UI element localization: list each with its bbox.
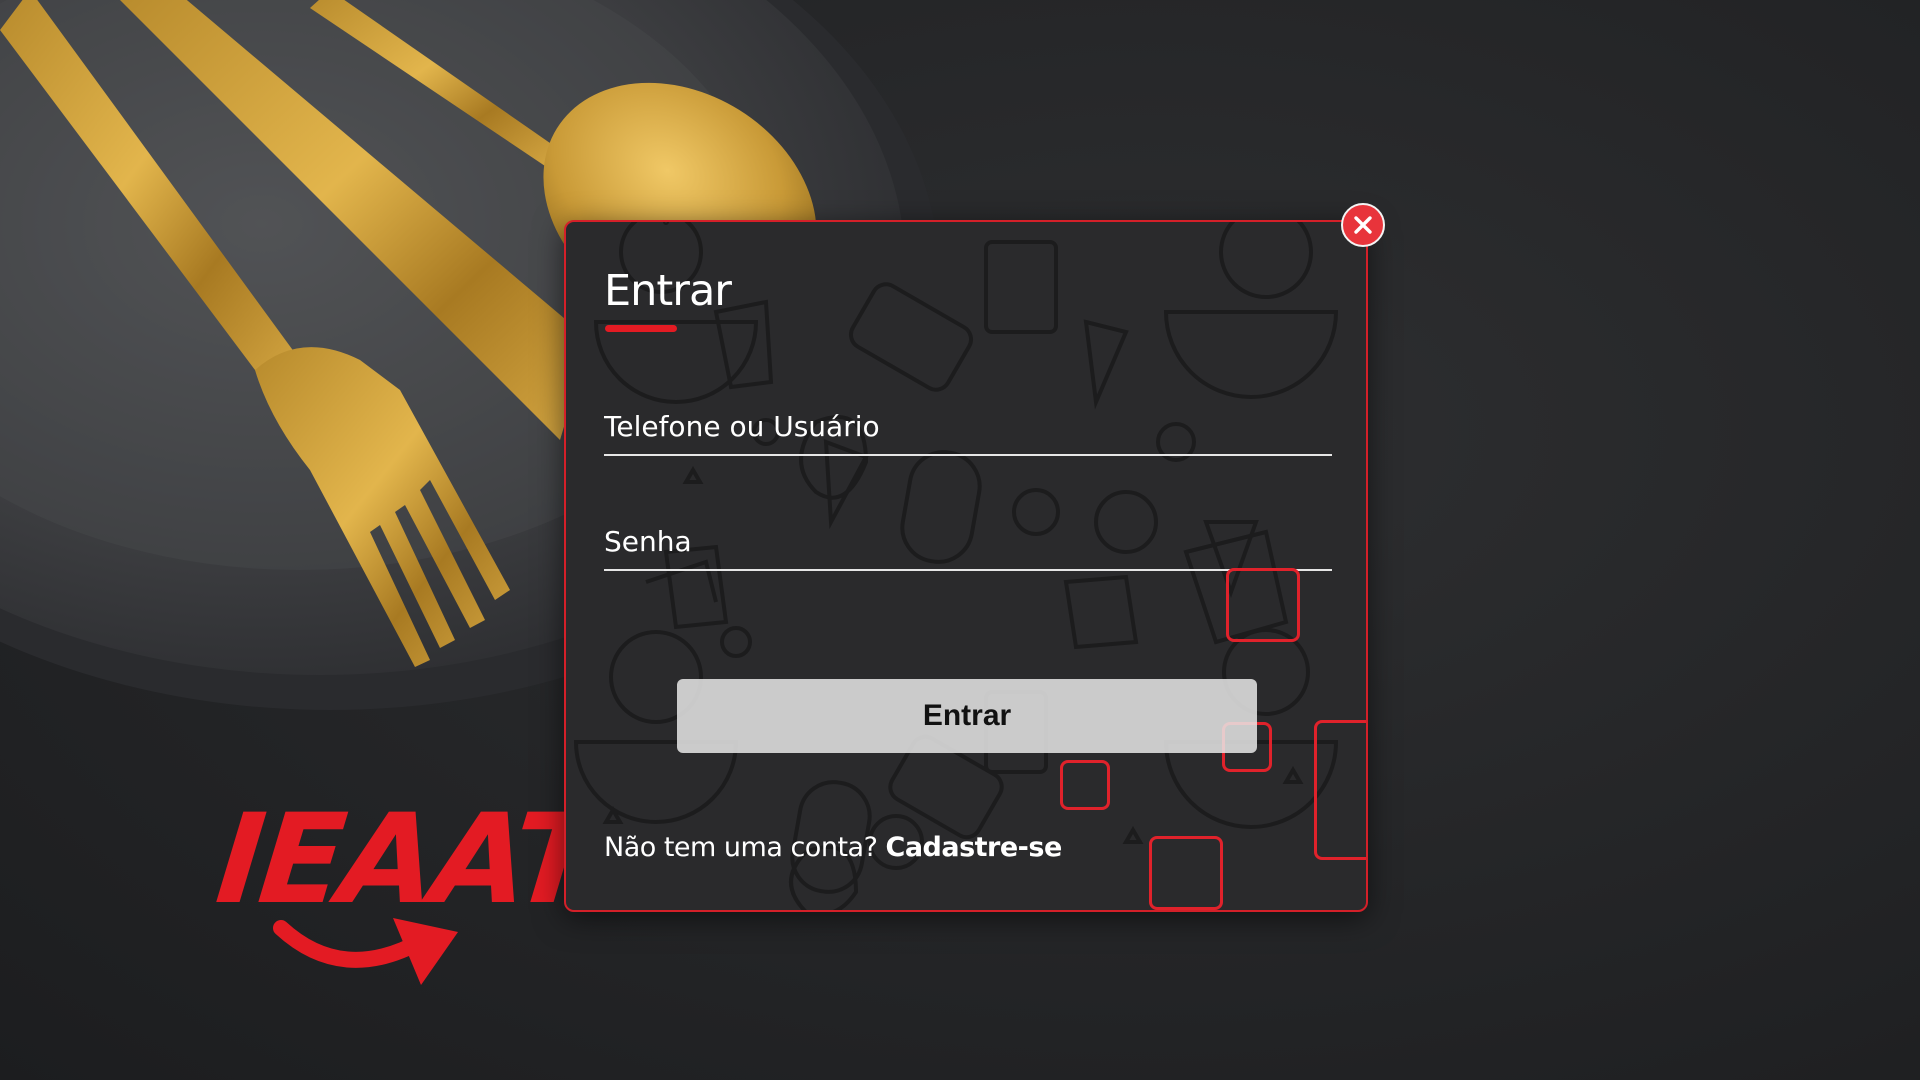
login-page: IEAAT Entrar Telefone ou Usuário Entrar …: [0, 0, 1920, 1080]
login-submit-button[interactable]: Entrar: [677, 679, 1257, 753]
username-field: [604, 398, 1332, 456]
signup-link[interactable]: Cadastre-se: [886, 832, 1063, 863]
title-underline: [605, 325, 677, 332]
username-input[interactable]: [604, 398, 1332, 454]
decorative-square: [1226, 568, 1300, 642]
close-modal-button[interactable]: [1341, 203, 1385, 247]
brand-logo-text: IEAAT: [210, 788, 602, 932]
modal-title: Entrar: [604, 266, 732, 316]
decorative-square: [1149, 836, 1223, 910]
password-field: [604, 513, 1332, 571]
password-input[interactable]: [604, 513, 1332, 569]
close-icon: [1354, 216, 1372, 234]
signup-prompt-line: Não tem uma conta? Cadastre-se: [604, 832, 1062, 863]
decorative-square: [1314, 720, 1366, 860]
brand-logo: IEAAT: [210, 788, 601, 1005]
login-modal: Entrar Entrar Não tem uma conta? Cadastr…: [564, 220, 1368, 912]
signup-prompt-text: Não tem uma conta?: [604, 832, 878, 863]
decorative-square: [1060, 760, 1110, 810]
brand-logo-arrow-icon: [273, 918, 458, 985]
